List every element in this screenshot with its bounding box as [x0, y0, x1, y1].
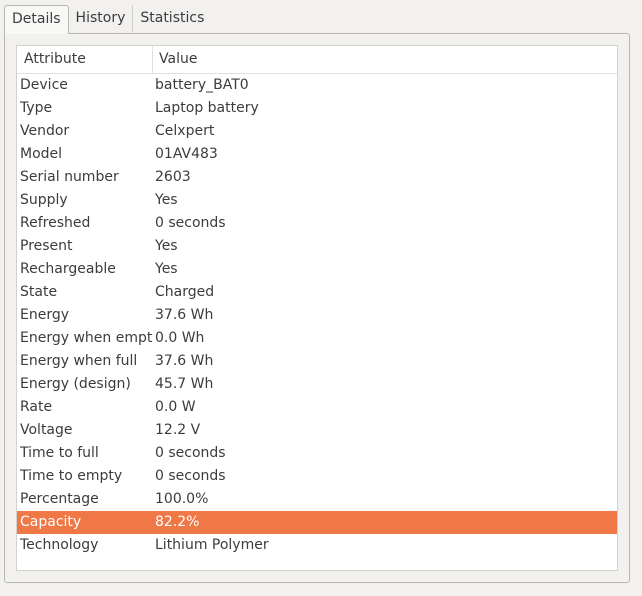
attribute-cell: Supply	[20, 192, 68, 208]
value-cell: Yes	[155, 192, 178, 208]
attribute-cell: Refreshed	[20, 215, 91, 231]
value-cell: 45.7 Wh	[155, 376, 214, 392]
value-cell: 2603	[155, 169, 191, 185]
table-body: Device battery_BAT0 Type Laptop battery Vend…	[17, 74, 617, 557]
attribute-cell: Time to empty	[20, 468, 123, 484]
tab-history[interactable]: History	[69, 5, 133, 32]
table-row[interactable]: Refreshed 0 seconds	[17, 212, 617, 235]
tab-statistics[interactable]: Statistics	[132, 5, 211, 32]
column-header-attribute[interactable]: Attribute	[17, 46, 153, 73]
attribute-cell: Type	[20, 100, 53, 116]
value-cell: 0 seconds	[155, 445, 226, 461]
table-row[interactable]: Energy (design) 45.7 Wh	[17, 373, 617, 396]
tab-bar: Details History Statistics	[4, 5, 211, 34]
table-row[interactable]: Voltage 12.2 V	[17, 419, 617, 442]
value-cell: Laptop battery	[155, 100, 259, 116]
value-cell: battery_BAT0	[155, 77, 249, 93]
table-row[interactable]: Time to full 0 seconds	[17, 442, 617, 465]
table-row[interactable]: Supply Yes	[17, 189, 617, 212]
attribute-cell: State	[20, 284, 58, 300]
table-row[interactable]: Percentage 100.0%	[17, 488, 617, 511]
attribute-cell: Technology	[20, 537, 99, 553]
attribute-cell: Time to full	[20, 445, 99, 461]
value-cell: Yes	[155, 261, 178, 277]
attribute-cell: Energy when empty	[20, 330, 153, 346]
value-cell: Yes	[155, 238, 178, 254]
table-row[interactable]: State Charged	[17, 281, 617, 304]
table-row[interactable]: Time to empty 0 seconds	[17, 465, 617, 488]
tab-details[interactable]: Details	[4, 5, 69, 34]
attribute-cell: Percentage	[20, 491, 99, 507]
value-cell: 100.0%	[155, 491, 209, 507]
attribute-cell: Serial number	[20, 169, 119, 185]
table-row[interactable]: Technology Lithium Polymer	[17, 534, 617, 557]
attribute-cell: Present	[20, 238, 73, 254]
attribute-cell: Energy	[20, 307, 70, 323]
value-cell: 0 seconds	[155, 215, 226, 231]
value-cell: 01AV483	[155, 146, 218, 162]
value-cell: Celxpert	[155, 123, 215, 139]
table-row[interactable]: Vendor Celxpert	[17, 120, 617, 143]
table-row[interactable]: Serial number 2603	[17, 166, 617, 189]
value-cell: 37.6 Wh	[155, 307, 214, 323]
attribute-cell: Rechargeable	[20, 261, 116, 277]
table-row[interactable]: Energy when empty 0.0 Wh	[17, 327, 617, 350]
attribute-cell: Energy when full	[20, 353, 138, 369]
value-cell: 0 seconds	[155, 468, 226, 484]
table-row[interactable]: Energy when full 37.6 Wh	[17, 350, 617, 373]
table-row[interactable]: Type Laptop battery	[17, 97, 617, 120]
value-cell: 0.0 Wh	[155, 330, 205, 346]
table-row[interactable]: Capacity 82.2%	[17, 511, 617, 534]
details-table[interactable]: Attribute Value Device battery_BAT0 Type La…	[16, 45, 618, 571]
table-row[interactable]: Model 01AV483	[17, 143, 617, 166]
table-row[interactable]: Rate 0.0 W	[17, 396, 617, 419]
value-cell: Charged	[155, 284, 215, 300]
attribute-cell: Capacity	[20, 514, 82, 530]
column-header-value[interactable]: Value	[153, 46, 617, 73]
table-row[interactable]: Present Yes	[17, 235, 617, 258]
attribute-cell: Voltage	[20, 422, 73, 438]
value-cell: 37.6 Wh	[155, 353, 214, 369]
value-cell: Lithium Polymer	[155, 537, 269, 553]
attribute-cell: Device	[20, 77, 68, 93]
table-row[interactable]: Rechargeable Yes	[17, 258, 617, 281]
attribute-cell: Rate	[20, 399, 53, 415]
attribute-cell: Model	[20, 146, 63, 162]
attribute-cell: Energy (design)	[20, 376, 131, 392]
table-row[interactable]: Energy 37.6 Wh	[17, 304, 617, 327]
value-cell: 0.0 W	[155, 399, 196, 415]
value-cell: 12.2 V	[155, 422, 201, 438]
attribute-cell: Vendor	[20, 123, 70, 139]
details-panel: Attribute Value Device battery_BAT0 Type La…	[4, 33, 630, 583]
table-header: Attribute Value	[17, 46, 617, 74]
value-cell: 82.2%	[155, 514, 200, 530]
table-row[interactable]: Device battery_BAT0	[17, 74, 617, 97]
